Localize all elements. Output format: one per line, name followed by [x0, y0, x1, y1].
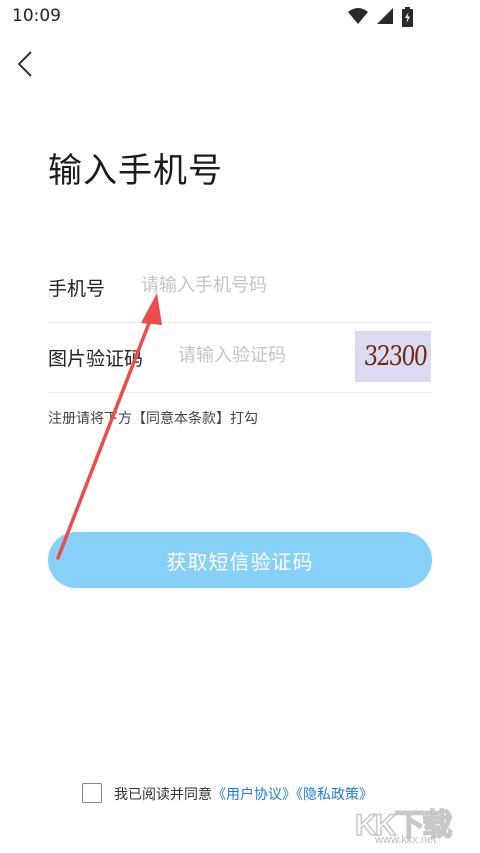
cellular-signal-icon — [377, 8, 393, 24]
watermark-url: www.kkx.net — [375, 834, 437, 846]
captcha-code: 32300 — [363, 341, 428, 372]
page-title: 输入手机号 — [48, 151, 223, 191]
terms-hint: 注册请将下方【同意本条款】打勾 — [48, 411, 258, 427]
battery-charging-icon — [402, 7, 413, 27]
agree-checkbox[interactable] — [82, 783, 102, 803]
status-time: 10:09 — [12, 6, 61, 26]
phone-input[interactable] — [141, 270, 421, 300]
phone-label: 手机号 — [48, 278, 106, 300]
captcha-image[interactable]: 32300 — [355, 331, 431, 382]
captcha-input[interactable] — [178, 340, 348, 370]
user-agreement-link[interactable]: 《用户协议》 — [212, 787, 296, 803]
captcha-row: 图片验证码 32300 — [48, 322, 432, 393]
watermark: KK下载 www.kkx.net — [354, 800, 470, 848]
privacy-policy-link[interactable]: 《隐私政策》 — [296, 787, 373, 803]
status-bar: 10:09 — [0, 0, 480, 34]
get-sms-code-button[interactable]: 获取短信验证码 — [48, 532, 432, 588]
wifi-icon — [348, 8, 368, 24]
phone-row: 手机号 — [48, 252, 432, 323]
captcha-label: 图片验证码 — [48, 348, 144, 370]
back-button[interactable] — [10, 48, 40, 80]
agreement-text: 我已阅读并同意《用户协议》《隐私政策》 — [114, 784, 373, 804]
agreement-prefix: 我已阅读并同意 — [114, 787, 212, 803]
chevron-left-icon — [17, 51, 32, 77]
watermark-logo: KK下载 — [354, 808, 453, 843]
